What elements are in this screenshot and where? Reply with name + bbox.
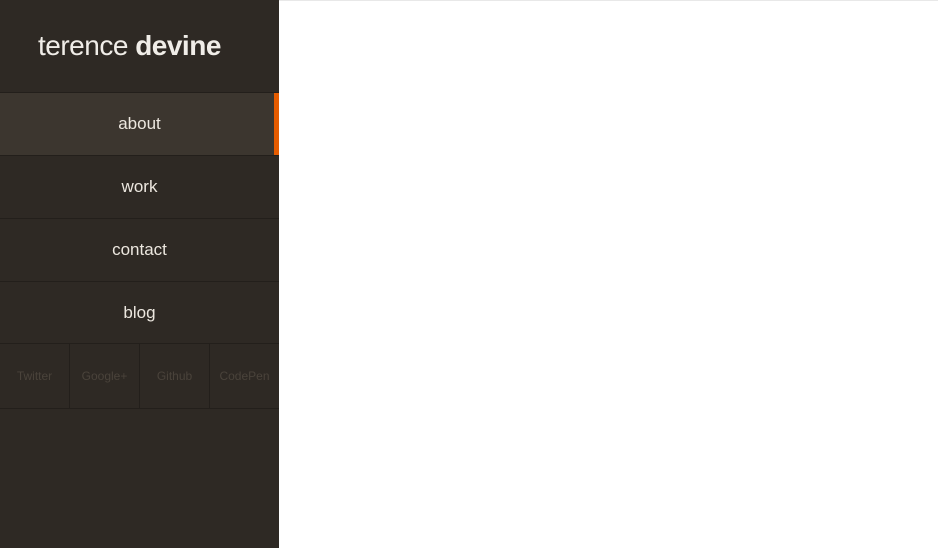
- brand-last: devine: [135, 30, 221, 61]
- social-twitter[interactable]: Twitter: [0, 344, 70, 408]
- nav-item-contact[interactable]: contact: [0, 218, 279, 281]
- social-links: Twitter Google+ Github CodePen: [0, 344, 279, 409]
- brand-first: terence: [38, 30, 128, 61]
- nav-item-blog[interactable]: blog: [0, 281, 279, 344]
- main-nav: about work contact blog: [0, 92, 279, 344]
- social-label: Github: [157, 369, 192, 383]
- nav-label: work: [122, 177, 158, 197]
- nav-label: blog: [123, 303, 155, 323]
- social-googleplus[interactable]: Google+: [70, 344, 140, 408]
- sidebar: terence devine about work contact blog T…: [0, 0, 279, 548]
- nav-item-work[interactable]: work: [0, 155, 279, 218]
- social-label: Twitter: [17, 369, 52, 383]
- nav-label: contact: [112, 240, 167, 260]
- nav-item-about[interactable]: about: [0, 92, 279, 155]
- nav-label: about: [118, 114, 161, 134]
- brand-title: terence devine: [0, 0, 279, 92]
- main-content: [279, 0, 938, 548]
- social-label: Google+: [82, 369, 128, 383]
- social-codepen[interactable]: CodePen: [210, 344, 279, 408]
- social-github[interactable]: Github: [140, 344, 210, 408]
- social-label: CodePen: [219, 369, 269, 383]
